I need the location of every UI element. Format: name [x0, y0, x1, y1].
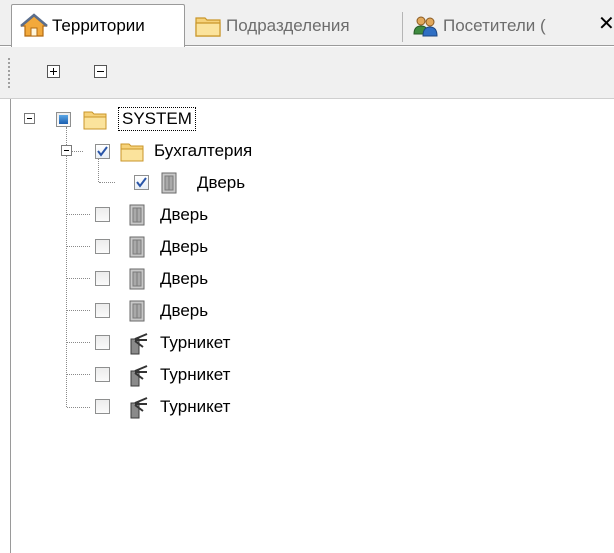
tree-connector: [71, 151, 83, 152]
node-checkbox[interactable]: [95, 271, 110, 286]
close-icon[interactable]: ✕: [598, 12, 614, 36]
door-icon: [129, 204, 145, 226]
node-checkbox[interactable]: [95, 303, 110, 318]
tree-node-label[interactable]: Турникет: [160, 332, 230, 354]
tree-node-label[interactable]: Дверь: [160, 268, 208, 290]
turnstile-icon: [130, 365, 148, 387]
door-icon: [129, 300, 145, 322]
door-icon: [129, 268, 145, 290]
toolbar-grip[interactable]: [7, 57, 11, 89]
node-checkbox[interactable]: [95, 239, 110, 254]
tab-strip: Территории Подразделения Посетители ( ✕: [0, 0, 614, 47]
tree-connector: [67, 278, 90, 279]
folder-icon: [120, 143, 144, 162]
visitors-people-icon: [413, 16, 438, 37]
tree-node-label[interactable]: Дверь: [197, 172, 245, 194]
collapse-node-icon[interactable]: [61, 145, 72, 156]
folder-icon: [195, 17, 221, 37]
collapse-all-icon[interactable]: [94, 65, 107, 78]
tree-node-label[interactable]: Дверь: [160, 300, 208, 322]
tree-node-label[interactable]: Дверь: [160, 204, 208, 226]
tree-node-label[interactable]: Турникет: [160, 396, 230, 418]
node-checkbox-partial[interactable]: [56, 112, 71, 127]
territory-house-icon: [20, 13, 48, 37]
tree-connector: [66, 127, 67, 407]
tab-label: Посетители (: [443, 16, 546, 35]
tree-connector: [67, 246, 90, 247]
tree-node-label[interactable]: Бухгалтерия: [154, 140, 252, 162]
node-checkbox[interactable]: [95, 367, 110, 382]
node-checkbox[interactable]: [95, 399, 110, 414]
tab-label: Территории: [52, 16, 145, 35]
tree-connector: [67, 214, 90, 215]
collapse-node-icon[interactable]: [24, 113, 35, 124]
node-checkbox[interactable]: [95, 207, 110, 222]
tree-toolbar: [0, 47, 614, 99]
tree-connector: [67, 407, 90, 408]
folder-icon: [83, 111, 107, 130]
turnstile-icon: [130, 333, 148, 355]
tree-node-label[interactable]: SYSTEM: [118, 107, 196, 131]
tab-visitors[interactable]: Посетители (: [403, 6, 597, 46]
tree-node-label[interactable]: Турникет: [160, 364, 230, 386]
door-icon: [129, 236, 145, 258]
tab-territories[interactable]: Территории: [11, 4, 185, 47]
tree-connector: [67, 342, 90, 343]
tree-connector: [99, 182, 115, 183]
territory-tree: SYSTEM Бухгалтерия Дверь Дверь Дверь Две…: [10, 99, 614, 553]
tab-label: Подразделения: [226, 16, 350, 35]
expand-all-icon[interactable]: [47, 65, 60, 78]
tree-node-label[interactable]: Дверь: [160, 236, 208, 258]
tree-connector: [67, 374, 90, 375]
node-checkbox-checked[interactable]: [134, 175, 149, 190]
turnstile-icon: [130, 397, 148, 419]
tab-departments[interactable]: Подразделения: [186, 6, 400, 46]
node-checkbox-checked[interactable]: [95, 144, 110, 159]
door-icon: [161, 172, 177, 194]
node-checkbox[interactable]: [95, 335, 110, 350]
tree-connector: [67, 310, 90, 311]
tree-connector: [98, 159, 99, 182]
